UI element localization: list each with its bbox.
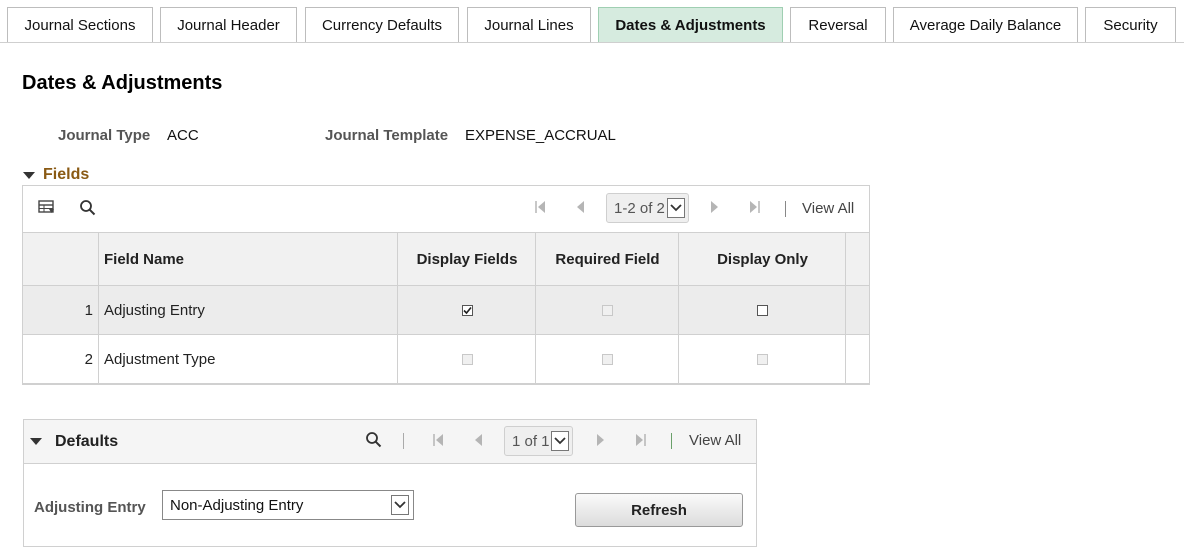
chevron-down-icon <box>551 431 569 451</box>
fields-section-label: Fields <box>43 166 90 183</box>
tab-security[interactable]: Security <box>1085 7 1176 42</box>
grid-header-row: Field Name Display Fields Required Field… <box>23 232 869 286</box>
tab-journal-header[interactable]: Journal Header <box>160 7 297 42</box>
journal-type-value: ACC <box>167 127 199 144</box>
page-title: Dates & Adjustments <box>22 72 223 94</box>
pager-separator <box>403 433 404 449</box>
display-only-checkbox[interactable] <box>757 304 768 316</box>
required-field-checkbox <box>602 304 613 316</box>
defaults-header: Defaults 1 of 1 View All <box>24 420 756 464</box>
fields-pager-select[interactable]: 1-2 of 2 <box>606 193 689 223</box>
find-icon[interactable] <box>365 431 382 452</box>
table-row: 1 Adjusting Entry <box>23 286 869 335</box>
tab-average-daily-balance[interactable]: Average Daily Balance <box>893 7 1078 42</box>
next-page-icon[interactable] <box>710 200 719 217</box>
row-number: 1 <box>84 301 93 319</box>
display-only-checkbox <box>757 353 768 365</box>
display-fields-checkbox[interactable] <box>461 304 473 316</box>
journal-template-label: Journal Template <box>325 127 449 144</box>
tab-divider <box>0 42 1184 43</box>
grid-toolbar: 1-2 of 2 View All <box>23 186 869 232</box>
collapse-triangle-icon[interactable] <box>30 438 42 445</box>
pager-separator <box>785 201 786 217</box>
tab-journal-sections[interactable]: Journal Sections <box>7 7 153 42</box>
column-divider <box>397 232 398 384</box>
fields-pager-text: 1-2 of 2 <box>614 199 665 217</box>
personalize-grid-icon[interactable] <box>38 199 56 219</box>
col-header-display-fields: Display Fields <box>416 250 518 268</box>
tab-journal-lines[interactable]: Journal Lines <box>467 7 591 42</box>
adjusting-entry-select[interactable]: Non-Adjusting Entry <box>162 490 414 520</box>
col-header-display-only: Display Only <box>717 250 808 268</box>
defaults-pager-select[interactable]: 1 of 1 <box>504 426 573 456</box>
tab-dates-adjustments[interactable]: Dates & Adjustments <box>598 7 783 43</box>
adjusting-entry-label: Adjusting Entry <box>34 499 146 516</box>
column-divider <box>535 232 536 384</box>
tab-currency-defaults[interactable]: Currency Defaults <box>305 7 459 42</box>
defaults-view-all-link[interactable]: View All <box>689 432 741 449</box>
pager-separator <box>671 433 672 449</box>
defaults-pager-text: 1 of 1 <box>512 432 550 450</box>
defaults-section-label: Defaults <box>55 433 119 450</box>
field-name-cell: Adjusting Entry <box>104 301 205 319</box>
row-number: 2 <box>84 350 93 368</box>
tab-bar: Journal Sections Journal Header Currency… <box>0 0 1184 43</box>
col-header-required-field: Required Field <box>555 250 660 268</box>
journal-type-label: Journal Type <box>58 127 151 144</box>
find-icon[interactable] <box>79 199 96 220</box>
table-row: 2 Adjustment Type <box>23 335 869 384</box>
first-page-icon[interactable] <box>432 433 444 450</box>
chevron-down-icon <box>667 198 685 218</box>
first-page-icon[interactable] <box>534 200 546 217</box>
previous-page-icon[interactable] <box>474 433 483 450</box>
last-page-icon[interactable] <box>749 200 761 217</box>
defaults-section: Defaults 1 of 1 View All <box>23 419 757 547</box>
field-name-cell: Adjustment Type <box>104 350 216 368</box>
display-fields-checkbox <box>461 353 473 365</box>
previous-page-icon[interactable] <box>576 200 585 217</box>
refresh-button[interactable]: Refresh <box>575 493 743 527</box>
last-page-icon[interactable] <box>635 433 647 450</box>
next-page-icon[interactable] <box>596 433 605 450</box>
fields-grid: 1-2 of 2 View All Field Name Display Fie… <box>22 185 870 385</box>
fields-section-toggle[interactable]: Fields <box>23 166 89 184</box>
collapse-triangle-icon <box>23 171 35 179</box>
chevron-down-icon <box>391 495 409 515</box>
column-divider <box>98 232 99 384</box>
column-divider <box>845 232 846 384</box>
column-divider <box>678 232 679 384</box>
fields-view-all-link[interactable]: View All <box>802 200 854 217</box>
journal-template-value: EXPENSE_ACCRUAL <box>465 127 616 144</box>
required-field-checkbox <box>602 353 613 365</box>
col-header-field-name: Field Name <box>104 250 185 268</box>
adjusting-entry-value: Non-Adjusting Entry <box>170 496 304 514</box>
tab-reversal[interactable]: Reversal <box>790 7 886 42</box>
